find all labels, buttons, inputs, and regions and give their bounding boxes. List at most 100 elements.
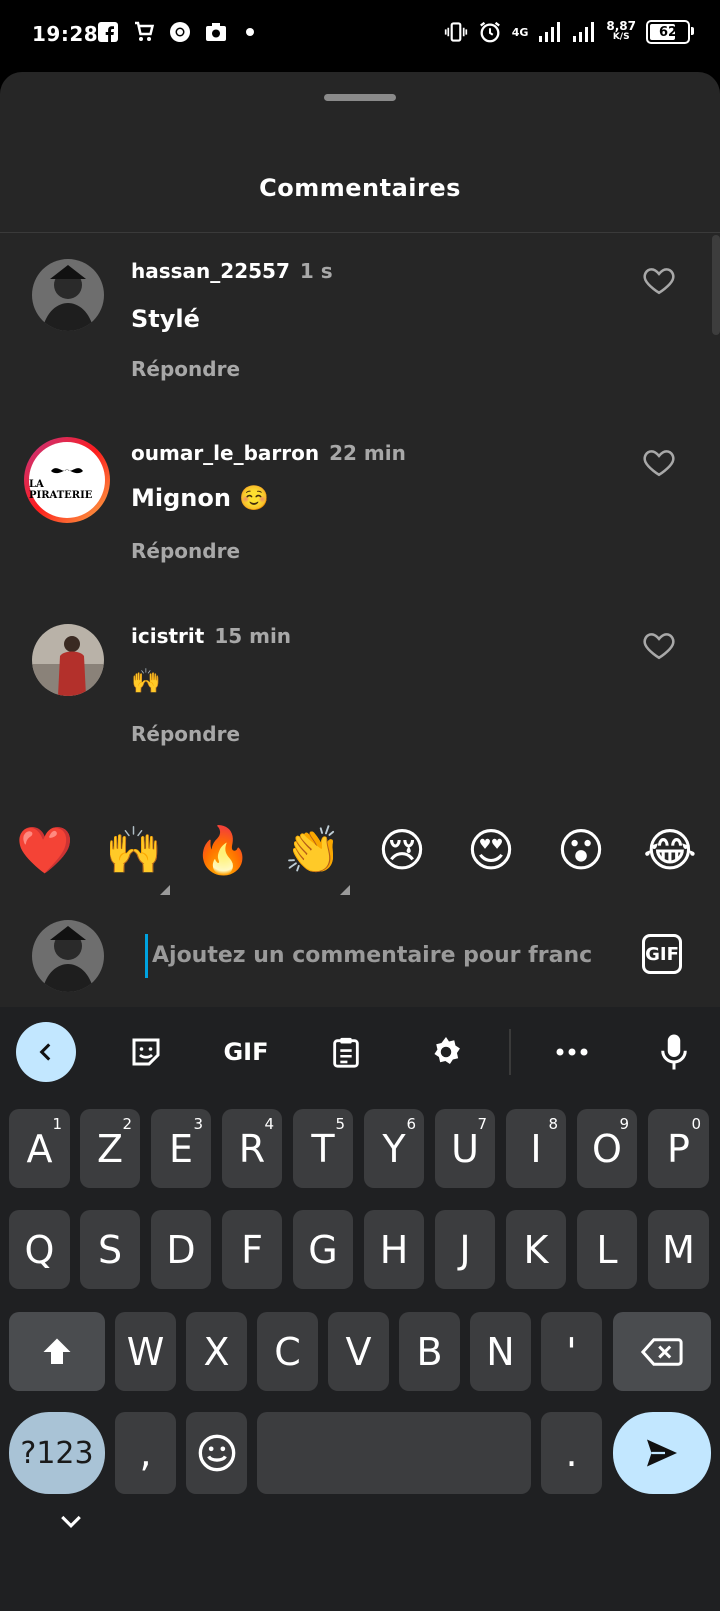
comment-item: hassan_22557 1 s Stylé Répondre — [0, 247, 720, 417]
key-g[interactable]: G — [293, 1210, 353, 1289]
like-heart-icon[interactable] — [642, 628, 678, 664]
space-bar[interactable] — [257, 1412, 531, 1494]
reaction-clap[interactable]: 👏 — [283, 820, 343, 880]
sheet-title: Commentaires — [259, 174, 461, 202]
symbols-key[interactable]: ?123 — [9, 1412, 105, 1494]
gif-button[interactable]: GIF — [642, 934, 682, 974]
key-b[interactable]: B — [399, 1312, 460, 1391]
sticker-icon — [132, 1038, 160, 1066]
key-f[interactable]: F — [222, 1210, 282, 1289]
send-key[interactable] — [613, 1412, 711, 1494]
gif-keyboard-button[interactable]: GIF — [216, 1022, 276, 1082]
key-k[interactable]: K — [506, 1210, 566, 1289]
reaction-laughing[interactable]: 😂 — [640, 820, 700, 880]
comment-text: Stylé — [131, 305, 200, 333]
skin-tone-indicator — [340, 885, 350, 895]
key-c[interactable]: C — [257, 1312, 318, 1391]
key-x[interactable]: X — [186, 1312, 247, 1391]
comment-username[interactable]: oumar_le_barron 22 min — [131, 441, 406, 465]
moustache-logo-icon — [51, 468, 83, 474]
avatar[interactable] — [32, 624, 104, 696]
network-speed: 8,87 K/S — [606, 19, 636, 42]
key-l[interactable]: L — [577, 1210, 637, 1289]
key-v[interactable]: V — [328, 1312, 389, 1391]
status-time: 19:28 — [32, 22, 99, 46]
camera-icon — [204, 20, 228, 44]
keyboard-back-button[interactable] — [16, 1022, 76, 1082]
signal-icon-1 — [538, 20, 562, 44]
comma-key[interactable]: , — [115, 1412, 176, 1494]
key-q[interactable]: Q — [9, 1210, 70, 1289]
microphone-icon — [661, 1034, 687, 1070]
like-heart-icon[interactable] — [642, 263, 678, 299]
keyboard: GIF A1 Z2 E3 R4 T5 Y6 U7 I8 O9 P0 Q S D … — [0, 1007, 720, 1611]
backspace-key[interactable] — [613, 1312, 711, 1391]
key-r[interactable]: R4 — [222, 1109, 282, 1188]
comment-text: Mignon ☺️ — [131, 484, 270, 512]
shopping-cart-icon — [132, 20, 156, 44]
shift-key[interactable] — [9, 1312, 105, 1391]
key-a[interactable]: A1 — [9, 1109, 70, 1188]
settings-button[interactable] — [416, 1022, 476, 1082]
more-options-button[interactable] — [542, 1022, 602, 1082]
chevron-down-icon — [61, 1515, 81, 1528]
battery-level: 62 — [658, 24, 678, 40]
key-s[interactable]: S — [80, 1210, 140, 1289]
clipboard-button[interactable] — [316, 1022, 376, 1082]
status-bar: 19:28 4G 8,87 K/S 62 — [0, 0, 720, 72]
reaction-heart[interactable]: ❤️ — [15, 820, 75, 880]
avatar[interactable] — [32, 259, 104, 331]
shift-arrow-icon — [43, 1338, 71, 1364]
key-y[interactable]: Y6 — [364, 1109, 424, 1188]
network-type: 4G — [511, 25, 529, 39]
battery-indicator: 62 — [646, 20, 694, 44]
reply-button[interactable]: Répondre — [131, 722, 240, 746]
reply-button[interactable]: Répondre — [131, 357, 240, 381]
key-h[interactable]: H — [364, 1210, 424, 1289]
comment-username[interactable]: icistrit 15 min — [131, 624, 291, 648]
reaction-surprised[interactable]: 😮 — [551, 820, 611, 880]
divider — [0, 232, 720, 233]
alarm-icon — [478, 20, 502, 44]
key-n[interactable]: N — [470, 1312, 531, 1391]
comment-input[interactable]: Ajoutez un commentaire pour franc — [145, 934, 622, 978]
skin-tone-indicator — [160, 885, 170, 895]
clipboard-icon — [333, 1037, 359, 1068]
key-o[interactable]: O9 — [577, 1109, 637, 1188]
avatar-story-ring[interactable]: LA PIRATERIE — [24, 437, 110, 523]
more-dots-icon — [556, 1048, 588, 1056]
key-p[interactable]: P0 — [648, 1109, 709, 1188]
key-t[interactable]: T5 — [293, 1109, 353, 1188]
smiley-icon — [198, 1434, 235, 1472]
reaction-heart-eyes[interactable]: 😍 — [461, 820, 521, 880]
logo-text: LA PIRATERIE — [29, 479, 93, 501]
reaction-crying[interactable]: 😢 — [372, 820, 432, 880]
key-d[interactable]: D — [151, 1210, 211, 1289]
system-icons: 4G 8,87 K/S 62 — [444, 19, 694, 44]
key-m[interactable]: M — [648, 1210, 709, 1289]
reply-button[interactable]: Répondre — [131, 539, 240, 563]
emoji-key[interactable] — [186, 1412, 247, 1494]
voice-input-button[interactable] — [644, 1022, 704, 1082]
reaction-bar: ❤️ 🙌 🔥 👏 😢 😍 😮 😂 — [0, 810, 720, 900]
drag-handle[interactable] — [324, 94, 396, 101]
comment-username[interactable]: hassan_22557 1 s — [131, 259, 333, 283]
hide-keyboard-button[interactable] — [56, 1507, 86, 1537]
like-heart-icon[interactable] — [642, 445, 678, 481]
key-w[interactable]: W — [115, 1312, 176, 1391]
key-j[interactable]: J — [435, 1210, 495, 1289]
reaction-fire[interactable]: 🔥 — [193, 820, 253, 880]
key-e[interactable]: E3 — [151, 1109, 211, 1188]
comment-item: LA PIRATERIE oumar_le_barron 22 min Migno… — [0, 429, 720, 599]
chevron-left-icon — [39, 1043, 51, 1061]
more-notifications-dot — [246, 28, 254, 36]
key-u[interactable]: U7 — [435, 1109, 495, 1188]
key-z[interactable]: Z2 — [80, 1109, 140, 1188]
period-key[interactable]: . — [541, 1412, 602, 1494]
notification-icons — [96, 20, 254, 44]
chrome-icon — [168, 20, 192, 44]
key-apostrophe[interactable]: ' — [541, 1312, 602, 1391]
key-i[interactable]: I8 — [506, 1109, 566, 1188]
sticker-button[interactable] — [116, 1022, 176, 1082]
reaction-raised-hands[interactable]: 🙌 — [104, 820, 164, 880]
